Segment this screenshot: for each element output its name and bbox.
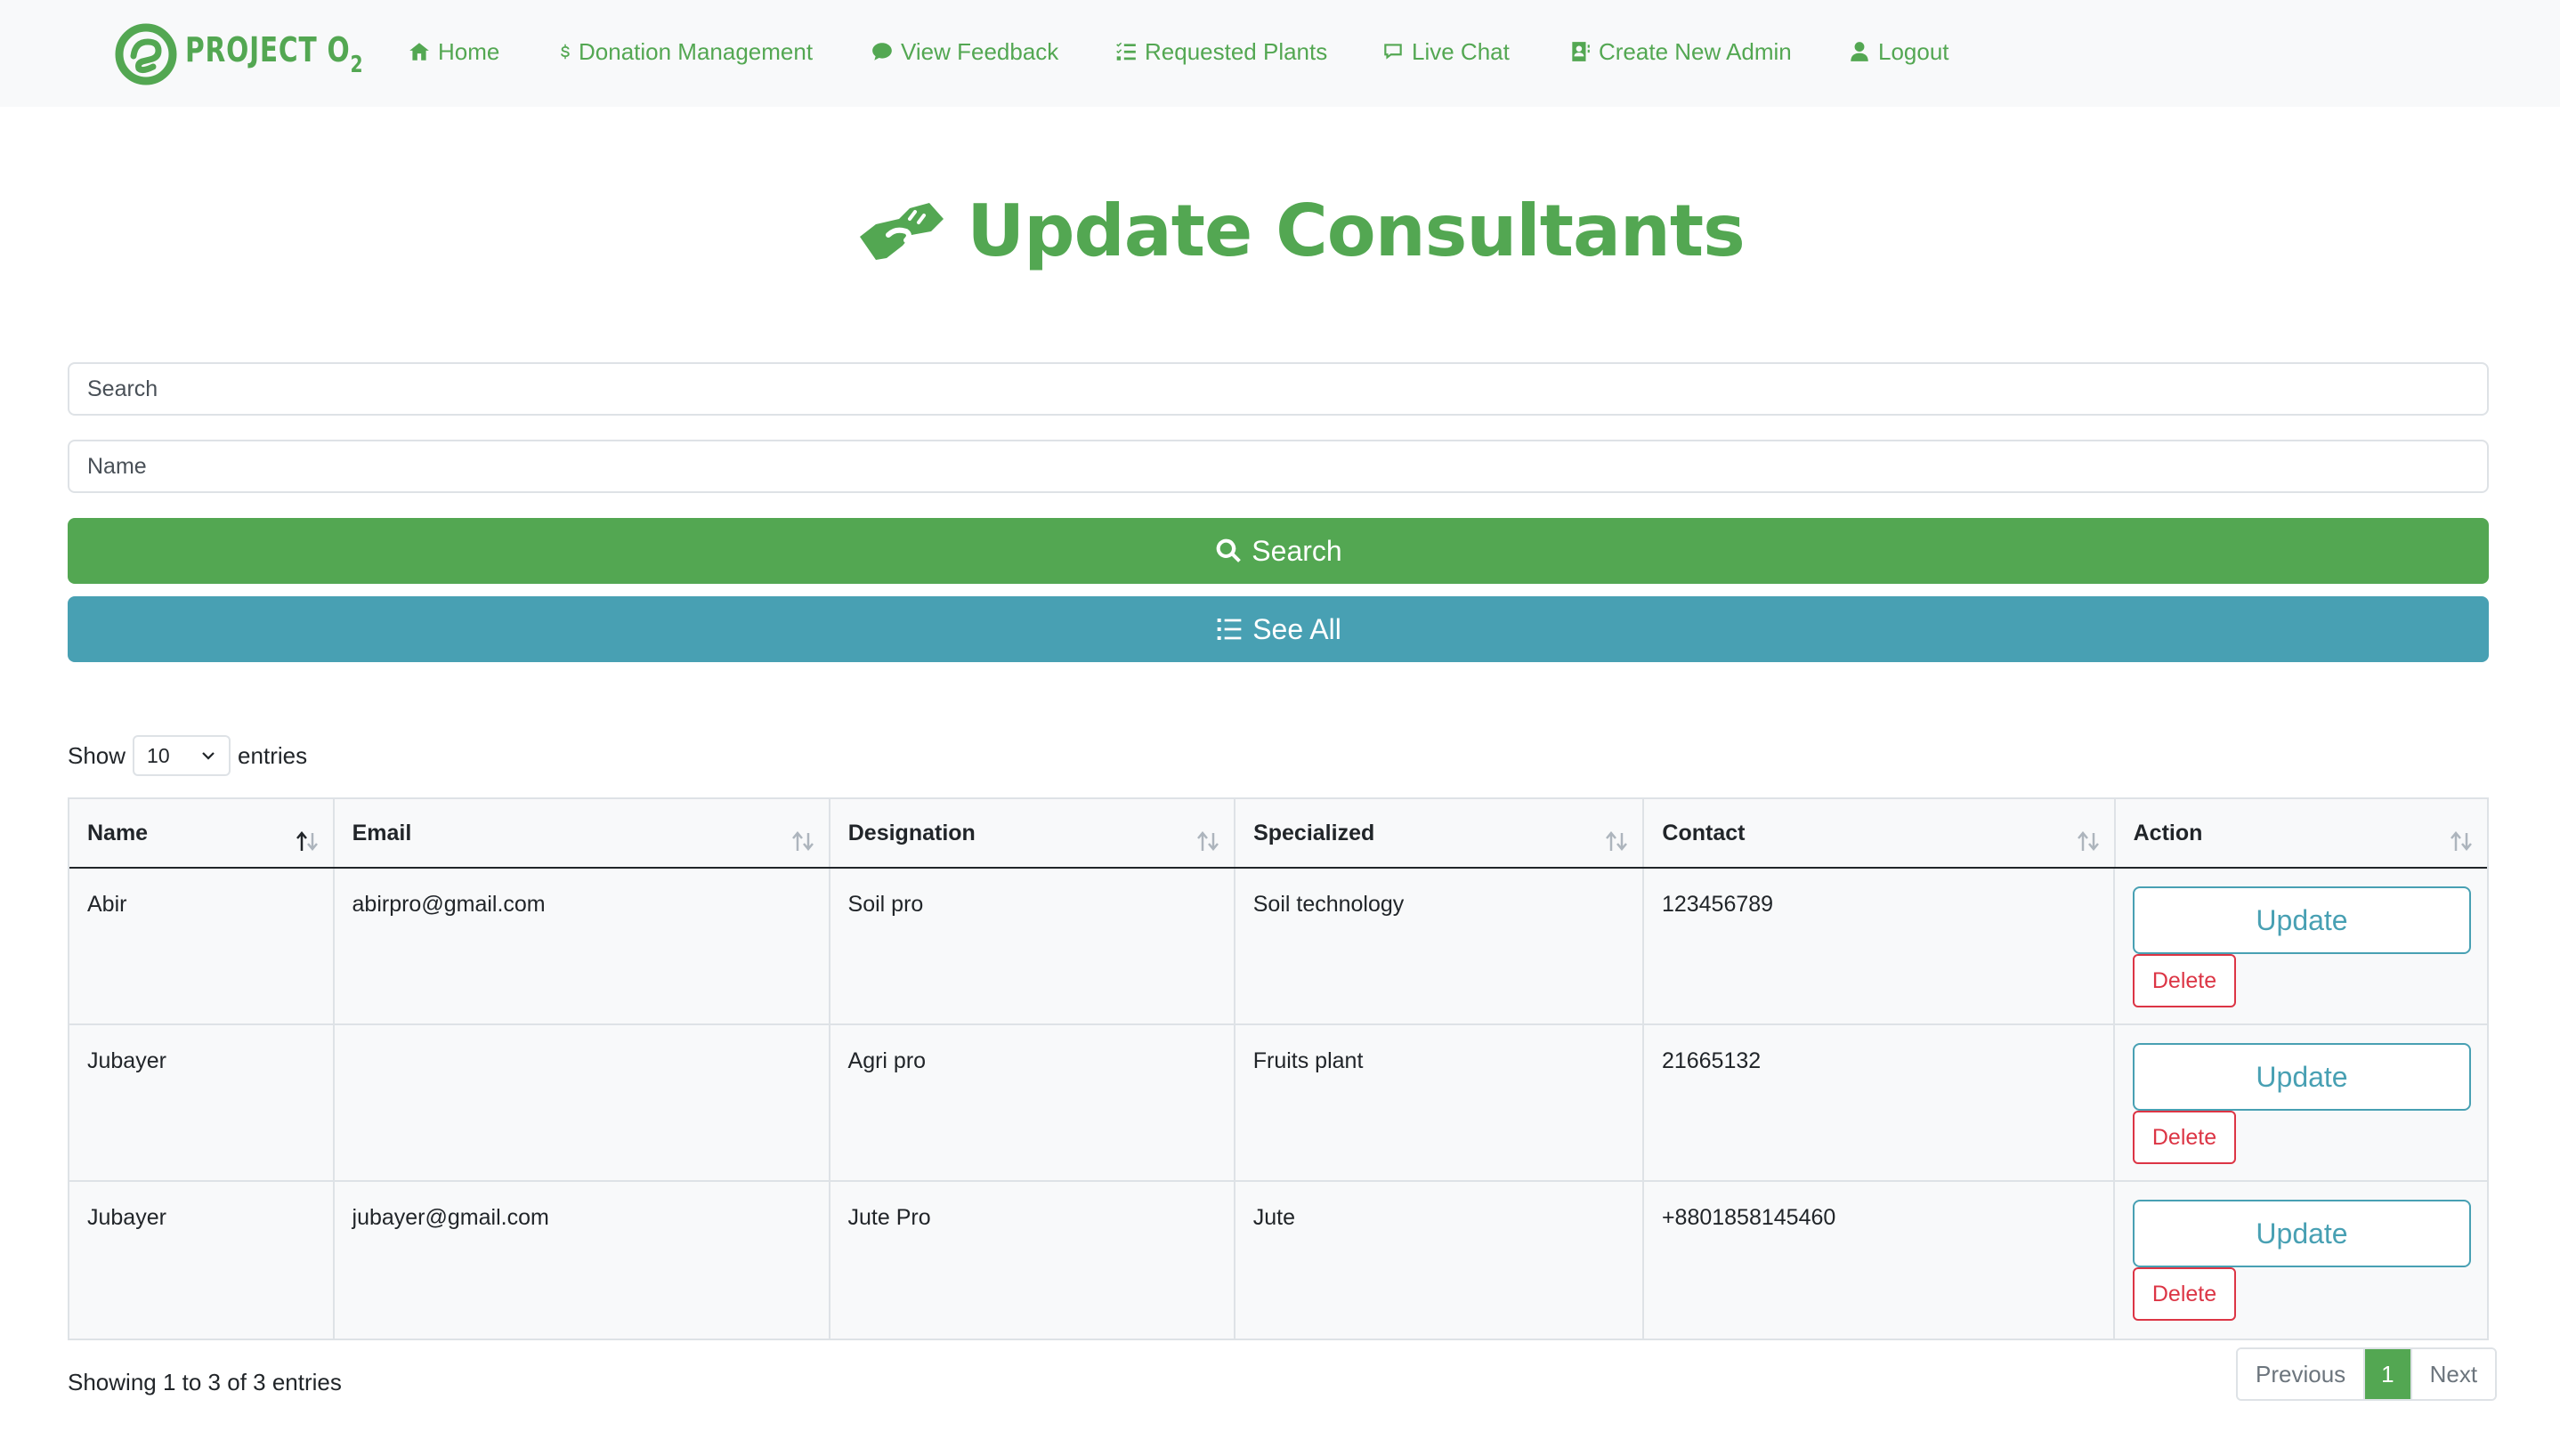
cell-action: Update Delete: [2115, 869, 2487, 1023]
cell-contact: 123456789: [1644, 869, 2115, 1023]
cell-contact: 21665132: [1644, 1025, 2115, 1180]
list-check-icon: [1116, 42, 1136, 61]
cell-email: abirpro@gmail.com: [335, 869, 830, 1023]
column-header-designation[interactable]: Designation: [830, 799, 1236, 867]
cell-email: jubayer@gmail.com: [335, 1182, 830, 1339]
page-heading: Update Consultants: [0, 182, 2560, 279]
dollar-icon: [561, 44, 570, 60]
nav-create-new-admin[interactable]: Create New Admin: [1568, 34, 1792, 69]
sort-ascending-icon: [296, 831, 318, 851]
sort-icon: [791, 831, 814, 851]
column-header-action[interactable]: Action: [2116, 799, 2487, 867]
column-header-email[interactable]: Email: [335, 799, 830, 867]
list-icon: [1217, 619, 1242, 640]
cell-action: Update Delete: [2115, 1182, 2487, 1339]
cell-specialized: Fruits plant: [1235, 1025, 1644, 1180]
nav-logout-label: Logout: [1878, 37, 1949, 65]
update-button[interactable]: Update: [2133, 1043, 2471, 1111]
navbar: PROJECT O2 Home Donation Management View…: [0, 0, 2560, 107]
delete-button[interactable]: Delete: [2133, 954, 2236, 1007]
nav-view-feedback[interactable]: View Feedback: [871, 34, 1058, 69]
search-input[interactable]: [68, 362, 2489, 416]
comment-icon: [872, 43, 892, 61]
name-input[interactable]: [68, 440, 2489, 493]
sort-icon: [2451, 831, 2472, 851]
entries-length-control: Show 10 entries: [68, 735, 307, 776]
page-title: Update Consultants: [967, 189, 1745, 272]
user-icon: [1851, 42, 1868, 61]
update-button[interactable]: Update: [2133, 1200, 2471, 1267]
cell-name: Jubayer: [69, 1182, 335, 1339]
column-header-name[interactable]: Name: [69, 799, 335, 867]
nav-requested-plants-label: Requested Plants: [1145, 37, 1328, 65]
consultants-table: Name Email Designation Specialized Conta…: [68, 797, 2489, 1340]
sort-icon: [2077, 831, 2099, 851]
nav-home[interactable]: Home: [408, 34, 499, 69]
nav-live-chat-label: Live Chat: [1412, 37, 1510, 65]
see-all-button[interactable]: See All: [68, 596, 2489, 662]
nav-home-label: Home: [438, 37, 500, 65]
brand-logo[interactable]: PROJECT O2: [114, 21, 414, 87]
cell-email: [335, 1025, 830, 1180]
table-row: Jubayer jubayer@gmail.com Jute Pro Jute …: [69, 1182, 2487, 1339]
cell-name: Jubayer: [69, 1025, 335, 1180]
nav-live-chat[interactable]: Live Chat: [1381, 34, 1510, 69]
next-page-button[interactable]: Next: [2411, 1349, 2496, 1399]
entries-select[interactable]: 10: [133, 735, 231, 776]
cell-specialized: Soil technology: [1235, 869, 1644, 1023]
table-header-row: Name Email Designation Specialized Conta…: [69, 799, 2487, 869]
cell-specialized: Jute: [1235, 1182, 1644, 1339]
column-header-specialized[interactable]: Specialized: [1235, 799, 1645, 867]
cell-action: Update Delete: [2115, 1025, 2487, 1180]
chevron-down-icon: [202, 752, 215, 760]
column-header-contact[interactable]: Contact: [1644, 799, 2116, 867]
nav-donation-management-label: Donation Management: [579, 37, 814, 65]
nav-create-new-admin-label: Create New Admin: [1599, 37, 1792, 65]
nav-donation-management[interactable]: Donation Management: [557, 34, 813, 69]
cell-designation: Jute Pro: [830, 1182, 1235, 1339]
nav-requested-plants[interactable]: Requested Plants: [1114, 34, 1327, 69]
table-row: Jubayer Agri pro Fruits plant 21665132 U…: [69, 1025, 2487, 1182]
cell-name: Abir: [69, 869, 335, 1023]
delete-button[interactable]: Delete: [2133, 1267, 2236, 1321]
chat-icon: [1384, 44, 1402, 60]
handshake-icon: [860, 203, 944, 260]
entries-label: entries: [238, 741, 308, 769]
brand-name: PROJECT O2: [185, 30, 364, 78]
see-all-button-label: See All: [1252, 612, 1341, 645]
search-button-label: Search: [1252, 534, 1342, 567]
page-1-button[interactable]: 1: [2365, 1349, 2412, 1399]
nav-view-feedback-label: View Feedback: [901, 37, 1059, 65]
search-button[interactable]: Search: [68, 518, 2489, 584]
cell-contact: +8801858145460: [1644, 1182, 2115, 1339]
logo-icon: [115, 23, 177, 85]
entries-select-value: 10: [147, 743, 170, 767]
update-button[interactable]: Update: [2133, 886, 2471, 954]
table-row: Abir abirpro@gmail.com Soil pro Soil tec…: [69, 869, 2487, 1025]
delete-button[interactable]: Delete: [2133, 1111, 2236, 1164]
nav-logout[interactable]: Logout: [1848, 34, 1949, 69]
search-icon: [1216, 538, 1242, 562]
cell-designation: Soil pro: [830, 869, 1235, 1023]
cell-designation: Agri pro: [830, 1025, 1235, 1180]
show-label: Show: [68, 741, 126, 769]
pagination: Previous 1 Next: [2236, 1347, 2498, 1401]
previous-page-button[interactable]: Previous: [2238, 1349, 2366, 1399]
home-icon: [409, 43, 429, 61]
sort-icon: [1606, 831, 1628, 851]
address-book-icon: [1572, 42, 1590, 61]
sort-icon: [1197, 831, 1219, 851]
table-info: Showing 1 to 3 of 3 entries: [68, 1369, 342, 1395]
